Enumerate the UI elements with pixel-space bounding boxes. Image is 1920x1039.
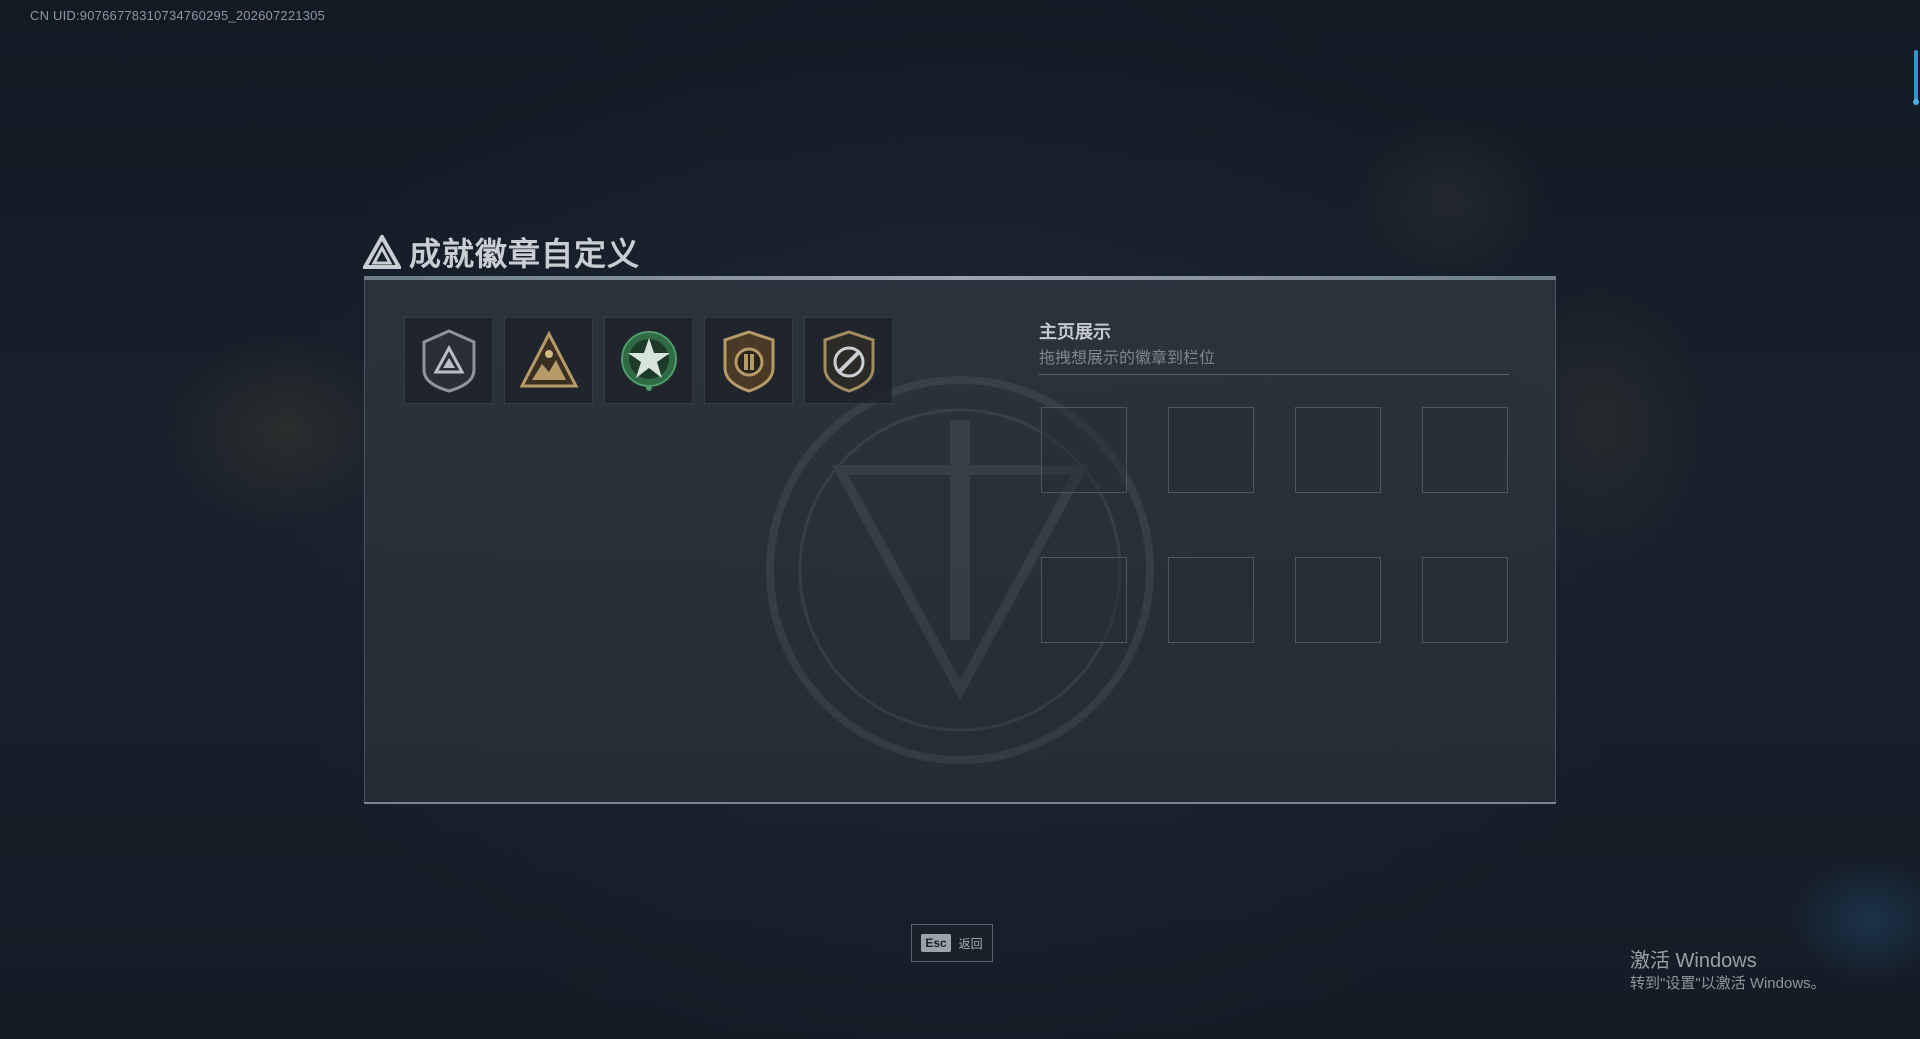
no-target-badge-icon	[823, 329, 874, 393]
badge-slot-5[interactable]	[804, 317, 893, 404]
back-button[interactable]: Esc 返回	[911, 924, 993, 962]
owned-badge-list	[404, 317, 893, 404]
back-label: 返回	[958, 936, 983, 951]
showcase-slot-8[interactable]	[1422, 557, 1508, 643]
mountain-squad-badge-icon	[519, 330, 578, 387]
triangle-emblem-icon	[363, 235, 401, 269]
ammo-shield-badge-icon	[723, 329, 774, 393]
showcase-slot-6[interactable]	[1168, 557, 1254, 643]
showcase-slot-grid	[1041, 407, 1508, 643]
badge-slot-1[interactable]	[404, 317, 493, 404]
badge-slot-3[interactable]	[604, 317, 693, 404]
showcase-slot-5[interactable]	[1041, 557, 1127, 643]
showcase-slot-4[interactable]	[1422, 407, 1508, 493]
badge-slot-2[interactable]	[504, 317, 593, 404]
esc-key-hint: Esc	[921, 934, 951, 952]
scroll-indicator[interactable]	[1913, 50, 1919, 105]
badge-slot-4[interactable]	[704, 317, 793, 404]
showcase-title: 主页展示	[1039, 322, 1111, 342]
windows-activation-subtitle: 转到"设置"以激活 Windows。	[1630, 975, 1826, 992]
shield-triangle-badge-icon	[422, 328, 475, 393]
green-star-badge-icon	[620, 330, 677, 391]
panel-bottom-border	[364, 802, 1556, 804]
page-title: 成就徽章自定义	[409, 236, 641, 272]
showcase-slot-2[interactable]	[1168, 407, 1254, 493]
showcase-slot-7[interactable]	[1295, 557, 1381, 643]
page-title-row: 成就徽章自定义	[363, 232, 640, 272]
showcase-slot-3[interactable]	[1295, 407, 1381, 493]
showcase-slot-1[interactable]	[1041, 407, 1127, 493]
showcase-subtitle: 拖拽想展示的徽章到栏位	[1039, 350, 1216, 367]
showcase-divider	[1039, 374, 1509, 375]
player-uid-label: CN UID:9076677831073476029​5_20260722130…	[30, 8, 325, 23]
panel-top-border	[364, 276, 1556, 280]
windows-activation-title: 激活 Windows	[1630, 950, 1757, 972]
